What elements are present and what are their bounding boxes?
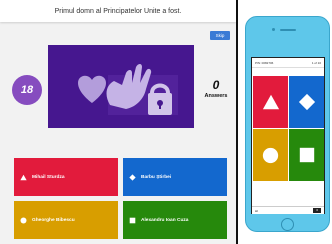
phone-screen: PIN: 0082706 1 of 10 Al 0: [251, 57, 325, 214]
player-name: Al: [255, 208, 258, 213]
player-score: 0: [313, 208, 321, 213]
game-pin: PIN: 0082706: [255, 60, 274, 65]
answer-green[interactable]: Alexandru Ioan Cuza: [123, 201, 227, 239]
triangle-icon: [20, 174, 27, 180]
square-icon: [299, 147, 314, 163]
phone-device: PIN: 0082706 1 of 10 Al 0: [245, 16, 330, 232]
answer-red[interactable]: Mihail Sturdza: [14, 158, 118, 196]
triangle-icon: [262, 94, 279, 110]
skip-button[interactable]: Skip: [210, 31, 230, 40]
circle-icon: [262, 147, 279, 163]
hands-heart-icon: [48, 45, 194, 128]
question-progress: 1 of 10: [311, 60, 321, 65]
circle-icon: [20, 216, 27, 224]
answer-label: Mihail Sturdza: [32, 174, 65, 180]
phone-footer: Al 0: [252, 206, 324, 214]
question-image: [48, 45, 194, 128]
diamond-icon: [298, 93, 315, 111]
square-icon: [129, 217, 136, 223]
answer-label: Barbu Știrbei: [141, 174, 172, 180]
phone-answer-blue[interactable]: [289, 76, 324, 128]
answer-label: Alexandru Ioan Cuza: [141, 217, 189, 223]
diamond-icon: [129, 173, 136, 181]
camera-dot: [272, 28, 275, 31]
home-button[interactable]: [281, 218, 294, 231]
answer-yellow[interactable]: Gheorghe Bibescu: [14, 201, 118, 239]
answer-label: Gheorghe Bibescu: [32, 217, 75, 223]
answer-blue[interactable]: Barbu Știrbei: [123, 158, 227, 196]
timer-badge: 18: [12, 75, 42, 105]
phone-header: PIN: 0082706 1 of 10: [252, 58, 324, 68]
phone-answer-green[interactable]: [289, 129, 324, 181]
phone-answer-yellow[interactable]: [253, 129, 288, 181]
question-title: Primul domn al Principatelor Unite a fos…: [0, 0, 236, 22]
game-screen: Primul domn al Principatelor Unite a fos…: [0, 0, 238, 244]
answers-label: Answers: [204, 93, 228, 99]
answers-counter: 0 Answers: [198, 78, 234, 99]
phone-answer-red[interactable]: [253, 76, 288, 128]
earpiece: [280, 29, 296, 31]
answers-count: 0: [212, 78, 220, 92]
